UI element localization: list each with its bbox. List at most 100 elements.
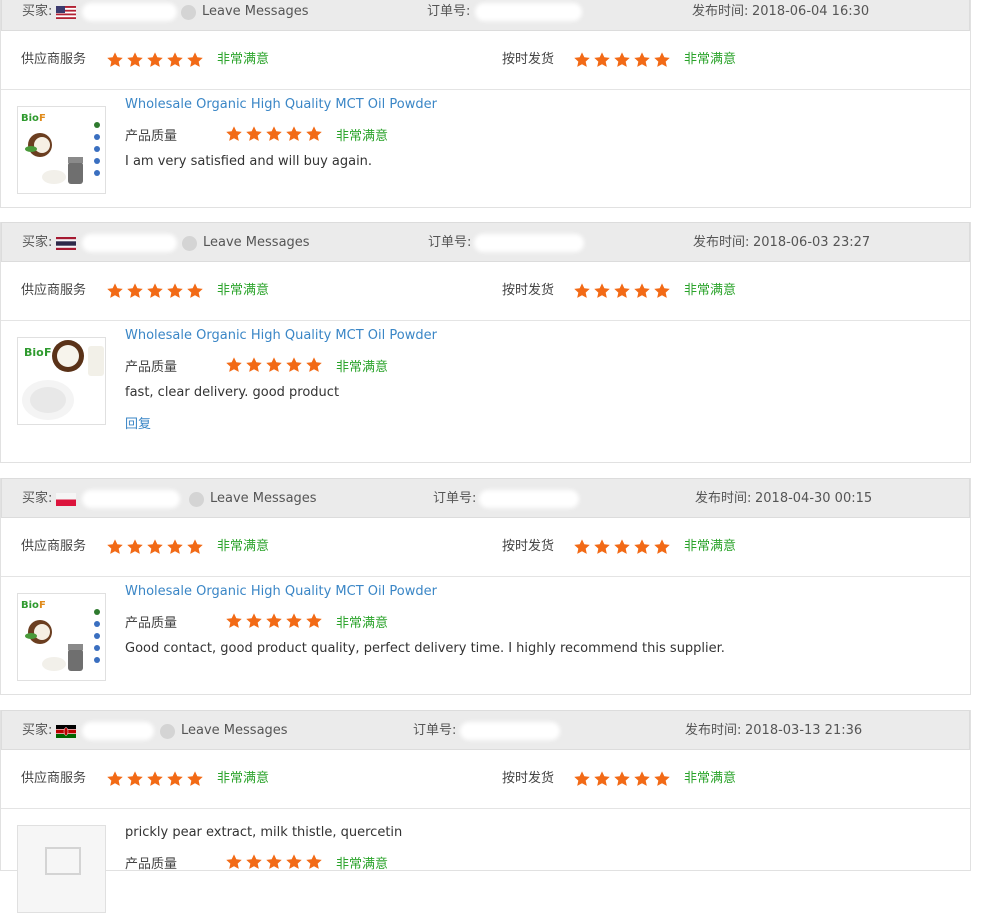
star-icon [126, 538, 144, 560]
leave-messages-link[interactable]: Leave Messages [181, 711, 288, 751]
star-icon [653, 538, 671, 560]
product-title-link[interactable]: Wholesale Organic High Quality MCT Oil P… [125, 328, 437, 343]
supplier-service-satisfaction: 非常满意 [217, 539, 270, 554]
star-icon [146, 282, 164, 304]
product-quality-label: 产品质量 [125, 616, 178, 631]
supplier-service-stars [106, 51, 204, 73]
star-icon [265, 853, 283, 875]
star-icon [285, 853, 303, 875]
product-title-link[interactable]: Wholesale Organic High Quality MCT Oil P… [125, 584, 437, 599]
star-icon [106, 51, 124, 73]
review-card: 买家: Leave Messages 订单号: 发布时间: 2018-04-30… [0, 478, 971, 695]
star-icon [166, 538, 184, 560]
buyer-name-redacted [82, 234, 177, 252]
product-quality-stars [225, 125, 323, 147]
leave-messages-link[interactable]: Leave Messages [202, 0, 309, 32]
star-icon [225, 612, 243, 634]
star-icon [653, 770, 671, 792]
order-number-redacted [474, 234, 584, 252]
poland-flag-icon [56, 493, 76, 506]
on-time-shipping-stars [573, 51, 671, 73]
svg-text:Bio: Bio [24, 346, 44, 359]
star-icon [186, 538, 204, 560]
leave-messages-link[interactable]: Leave Messages [210, 479, 317, 519]
star-icon [613, 770, 631, 792]
star-icon [305, 356, 323, 378]
posted-time-label: 发布时间: [685, 723, 742, 738]
star-icon [653, 282, 671, 304]
review-header: 买家: Leave Messages 订单号: 发布时间: 2018-06-03… [1, 222, 970, 262]
svg-text:Bio: Bio [21, 600, 39, 611]
on-time-shipping-satisfaction: 非常满意 [684, 771, 737, 786]
product-image-icon: Bio F [21, 600, 100, 671]
supplier-service-label: 供应商服务 [21, 771, 87, 786]
star-icon [245, 356, 263, 378]
product-quality-satisfaction: 非常满意 [336, 360, 389, 375]
star-icon [106, 770, 124, 792]
star-icon [186, 51, 204, 73]
star-icon [126, 282, 144, 304]
service-ratings-row: 供应商服务 非常满意 按时发货 非常满意 [1, 518, 970, 577]
star-icon [593, 51, 611, 73]
supplier-service-satisfaction: 非常满意 [217, 771, 270, 786]
star-icon [146, 538, 164, 560]
product-quality-satisfaction: 非常满意 [336, 857, 389, 872]
product-quality-label: 产品质量 [125, 360, 178, 375]
leave-messages-link[interactable]: Leave Messages [203, 223, 310, 263]
us-flag-icon [56, 6, 76, 19]
supplier-service-label: 供应商服务 [21, 283, 87, 298]
star-icon [106, 282, 124, 304]
star-icon [146, 770, 164, 792]
review-header: 买家: Leave Messages 订单号: 发布时间: 2018-06-04… [1, 0, 970, 31]
buyer-name-redacted [82, 722, 154, 740]
star-icon [245, 853, 263, 875]
reply-link[interactable]: 回复 [125, 413, 151, 432]
supplier-service-stars [106, 282, 204, 304]
star-icon [613, 538, 631, 560]
star-icon [245, 612, 263, 634]
buyer-label: 买家: [22, 4, 53, 19]
star-icon [126, 51, 144, 73]
product-thumbnail[interactable]: Bio F [17, 593, 106, 681]
avatar [182, 236, 197, 251]
review-comment: fast, clear delivery. good product [125, 385, 340, 400]
product-quality-label: 产品质量 [125, 129, 178, 144]
order-number-label: 订单号: [428, 235, 472, 250]
star-icon [265, 356, 283, 378]
posted-time: 2018-06-04 16:30 [752, 4, 870, 19]
star-icon [285, 356, 303, 378]
on-time-shipping-stars [573, 538, 671, 560]
star-icon [573, 51, 591, 73]
product-thumbnail[interactable]: Bio F [17, 106, 106, 194]
star-icon [633, 51, 651, 73]
star-icon [265, 612, 283, 634]
review-comment: Good contact, good product quality, perf… [125, 641, 725, 656]
star-icon [593, 538, 611, 560]
product-thumbnail[interactable] [17, 825, 106, 913]
review-card: 买家: Leave Messages 订单号: 发布时间: 2018-03-13… [0, 710, 971, 913]
star-icon [633, 538, 651, 560]
posted-time-label: 发布时间: [693, 235, 750, 250]
star-icon [106, 538, 124, 560]
product-title-link[interactable]: Wholesale Organic High Quality MCT Oil P… [125, 97, 437, 112]
star-icon [305, 853, 323, 875]
order-number-label: 订单号: [413, 723, 457, 738]
star-icon [166, 770, 184, 792]
svg-text:Bio: Bio [21, 113, 39, 124]
order-number-redacted [460, 722, 560, 740]
product-title-link[interactable]: prickly pear extract, milk thistle, quer… [125, 825, 402, 840]
service-ratings-row: 供应商服务 非常满意 按时发货 非常满意 [1, 750, 970, 809]
product-thumbnail[interactable]: Bio F [17, 337, 106, 425]
product-image-icon: Bio F [21, 113, 100, 184]
on-time-shipping-label: 按时发货 [502, 283, 555, 298]
product-quality-label: 产品质量 [125, 857, 178, 872]
service-ratings-row: 供应商服务 非常满意 按时发货 非常满意 [1, 262, 970, 321]
star-icon [285, 125, 303, 147]
product-image-icon: Bio F [22, 340, 104, 420]
on-time-shipping-satisfaction: 非常满意 [684, 539, 737, 554]
star-icon [186, 282, 204, 304]
on-time-shipping-label: 按时发货 [502, 539, 555, 554]
star-icon [305, 612, 323, 634]
image-placeholder-icon [45, 847, 81, 875]
buyer-name-redacted [82, 490, 180, 508]
